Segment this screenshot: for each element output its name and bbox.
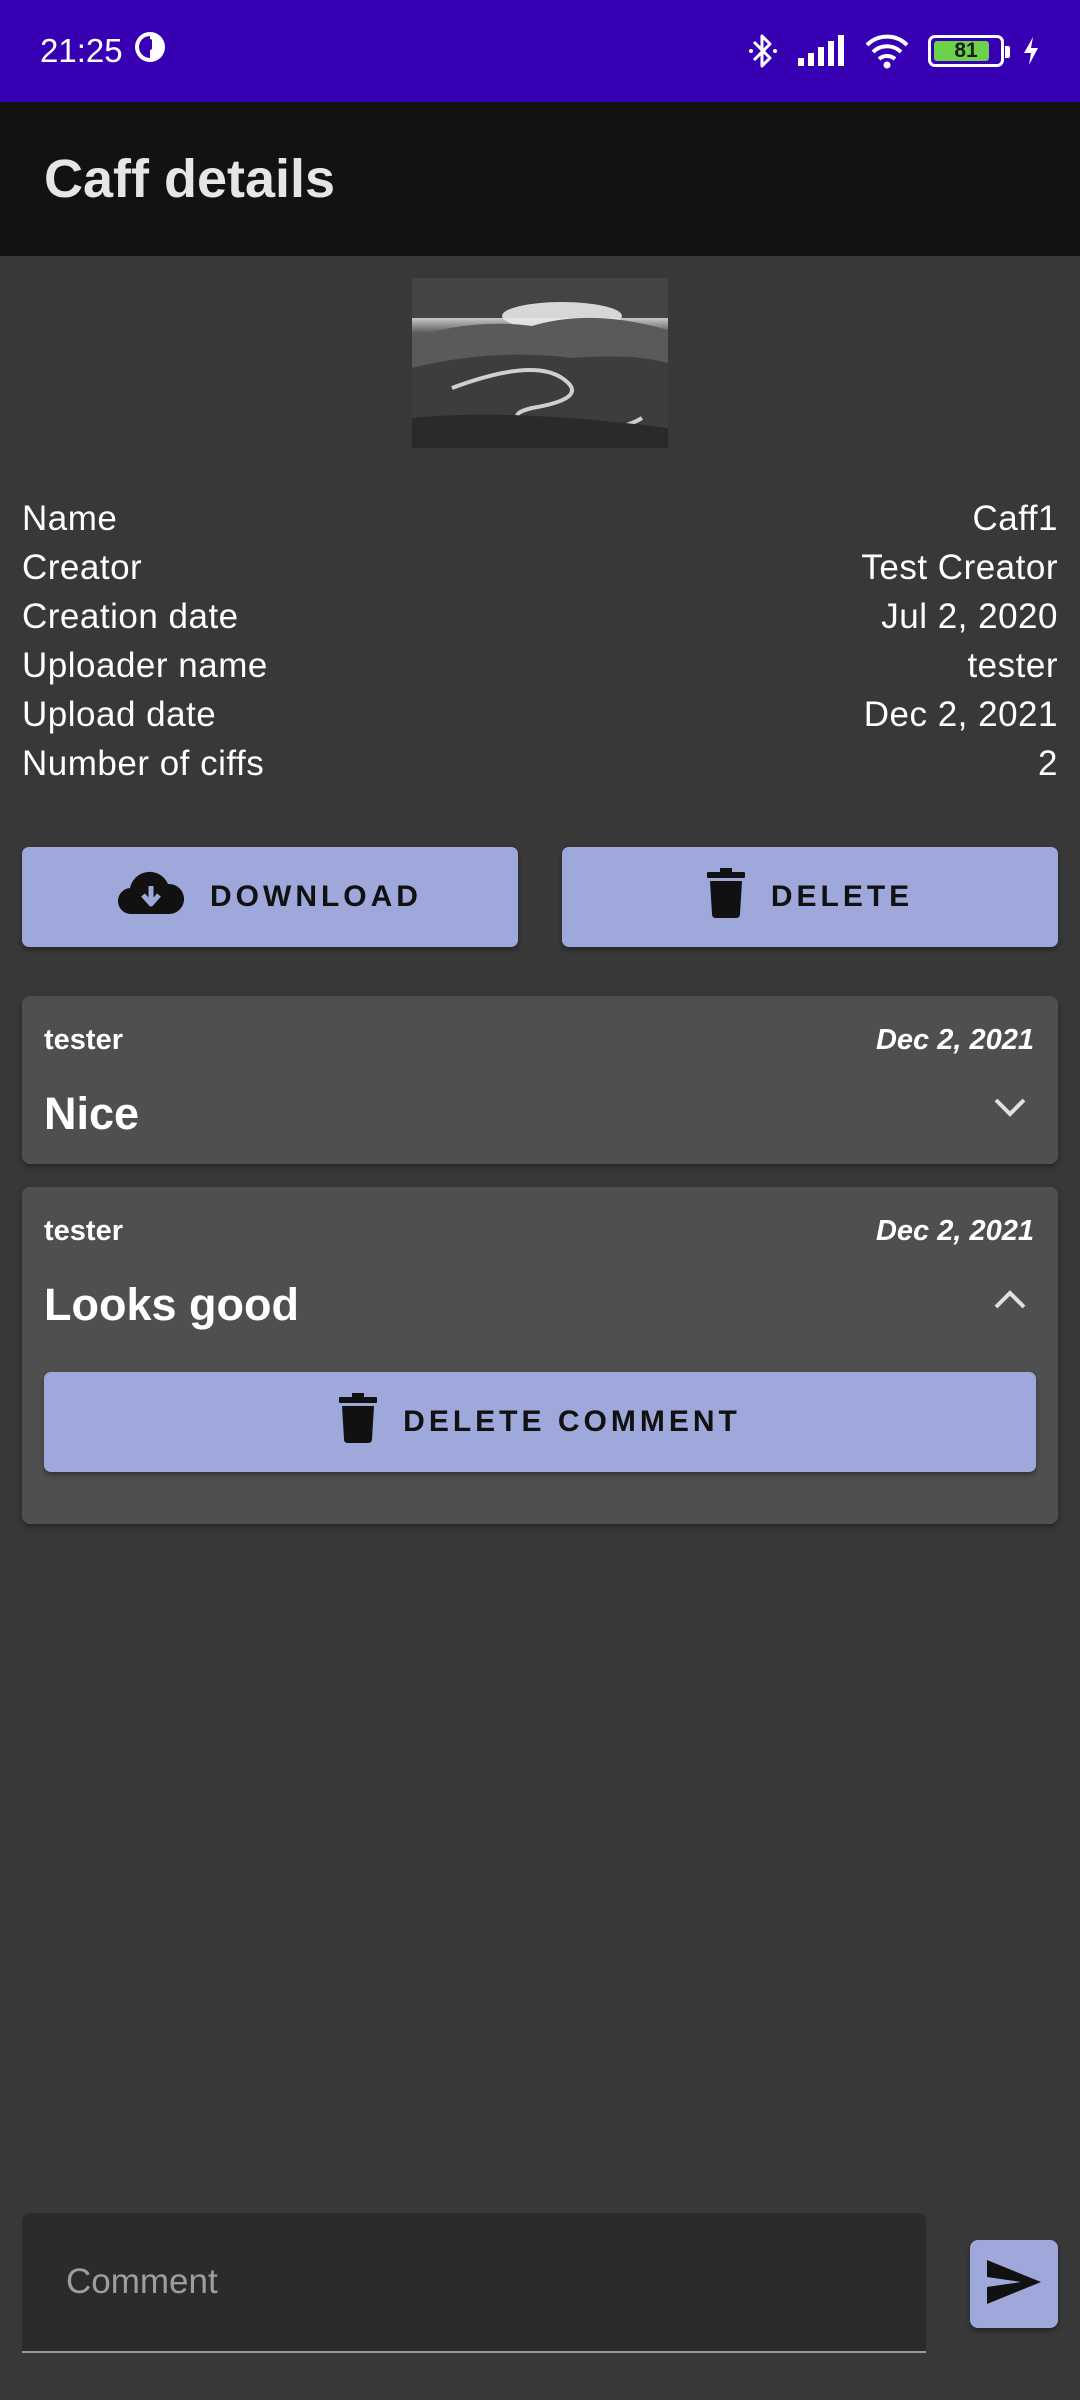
caff-preview-image [412,278,668,448]
battery-icon: 81 [928,35,1010,67]
detail-label: Name [22,498,118,538]
detail-label: Number of ciffs [22,743,265,783]
download-label: DOWNLOAD [210,880,422,913]
detail-row-creator: Creator Test Creator [22,543,1058,592]
comment-field[interactable] [22,2213,926,2353]
comment-card[interactable]: tester Dec 2, 2021 Looks good DELETE COM… [22,1187,1058,1524]
detail-label: Uploader name [22,645,268,685]
status-right: 81 [748,32,1040,70]
data-saver-icon [133,30,167,72]
detail-value: 2 [1038,743,1058,783]
status-bar: 21:25 81 [0,0,1080,102]
detail-value: Test Creator [861,547,1058,587]
detail-row-upload-date: Upload date Dec 2, 2021 [22,690,1058,739]
status-time: 21:25 [40,32,123,69]
detail-label: Creator [22,547,143,587]
delete-label: DELETE [770,880,914,913]
comment-date: Dec 2, 2021 [875,1215,1034,1247]
page-title: Caff details [44,149,336,209]
app-bar: Caff details [0,102,1080,256]
detail-row-number-of-ciffs: Number of ciffs 2 [22,739,1058,788]
comment-text: Nice [44,1088,140,1139]
detail-value: Jul 2, 2020 [881,596,1058,636]
detail-value: Caff1 [972,498,1058,538]
bluetooth-icon [748,32,778,70]
send-button[interactable] [970,2240,1058,2328]
comment-card[interactable]: tester Dec 2, 2021 Nice [22,996,1058,1164]
detail-label: Upload date [22,694,217,734]
battery-level: 81 [954,39,978,62]
comment-author: tester [44,1024,123,1056]
detail-value: Dec 2, 2021 [863,694,1058,734]
signal-icon [796,34,846,68]
detail-row-creation-date: Creation date Jul 2, 2020 [22,592,1058,641]
wifi-icon [864,33,910,69]
caff-details-list: Name Caff1 Creator Test Creator Creation… [22,494,1058,788]
comment-date: Dec 2, 2021 [875,1024,1034,1056]
detail-label: Creation date [22,596,239,636]
trash-icon [339,1393,378,1451]
delete-button[interactable]: DELETE [562,847,1058,947]
detail-row-name: Name Caff1 [22,494,1058,543]
delete-comment-button[interactable]: DELETE COMMENT [44,1372,1036,1472]
delete-comment-label: DELETE COMMENT [403,1405,741,1438]
cloud-download-icon [117,870,185,924]
chevron-up-icon[interactable] [992,1287,1028,1316]
detail-value: tester [967,645,1058,685]
status-left: 21:25 [40,30,167,72]
charging-icon [1022,36,1040,66]
comment-input[interactable] [66,2262,926,2302]
trash-icon [706,868,745,926]
comment-text: Looks good [44,1279,299,1330]
download-button[interactable]: DOWNLOAD [22,847,518,947]
comment-author: tester [44,1215,123,1247]
detail-row-uploader-name: Uploader name tester [22,641,1058,690]
send-icon [985,2258,1043,2311]
chevron-down-icon[interactable] [992,1096,1028,1125]
